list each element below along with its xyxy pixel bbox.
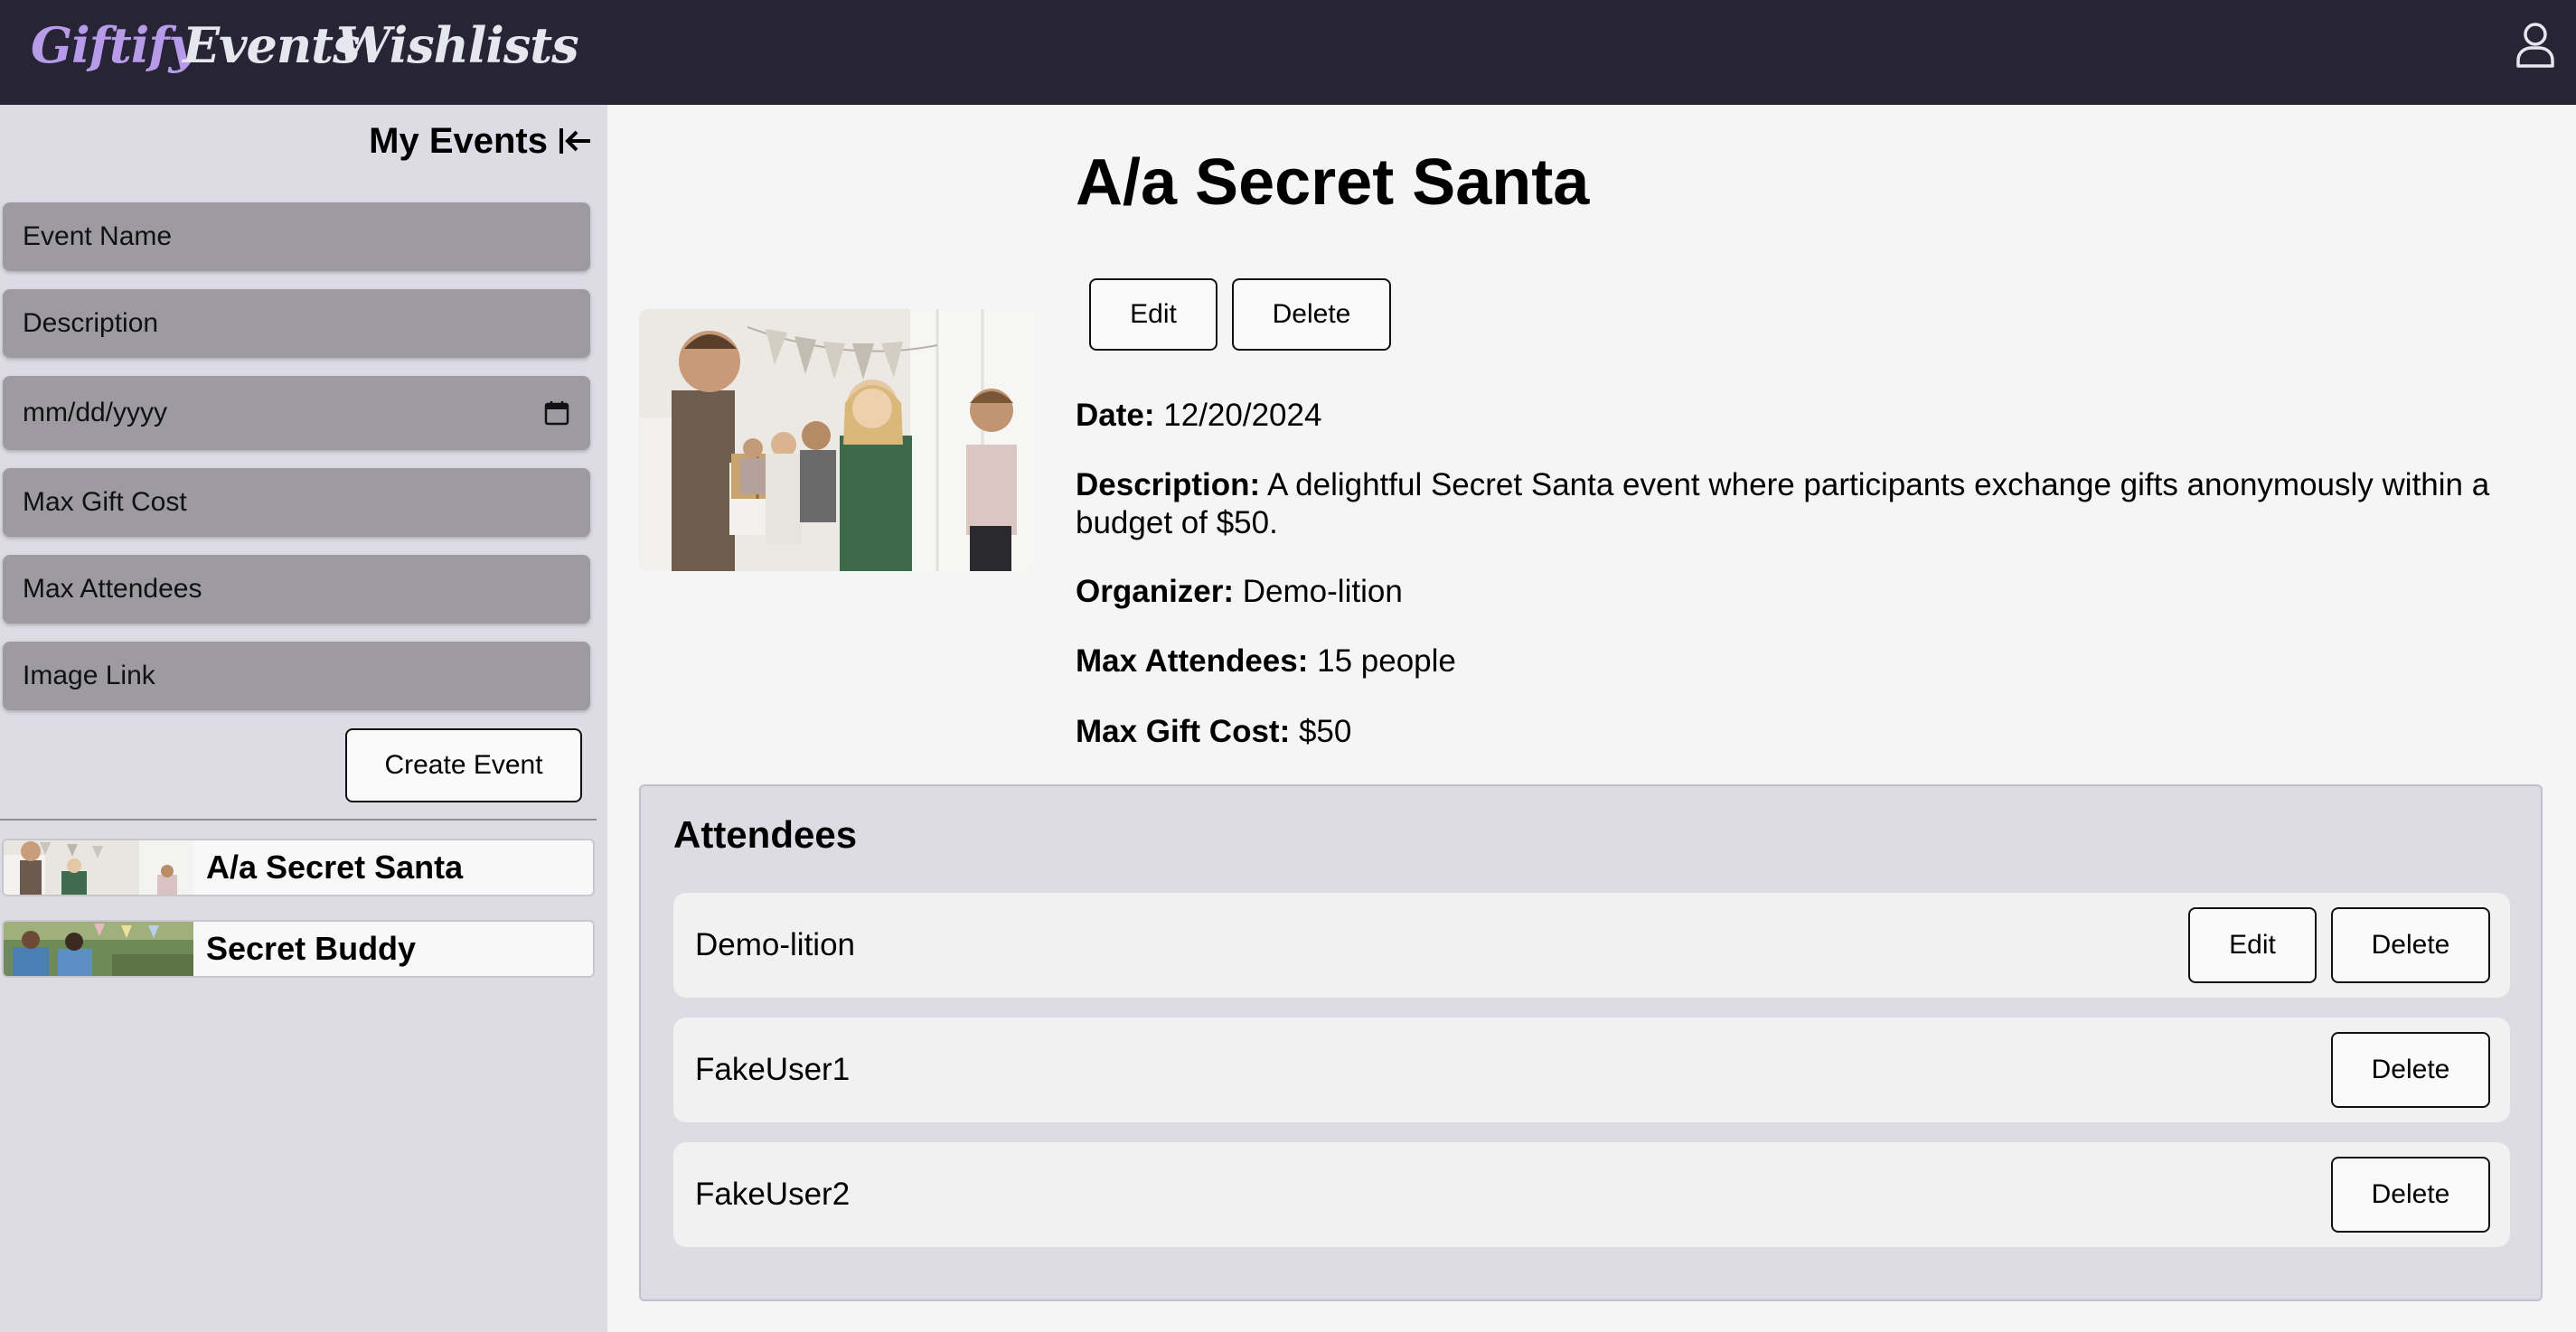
organizer-label: Organizer: — [1076, 574, 1235, 609]
max-gift-cost-placeholder: Max Gift Cost — [23, 487, 187, 517]
event-max-attendees-row: Max Attendees: 15 people — [1076, 643, 2540, 680]
event-item-label: A/a Secret Santa — [206, 849, 464, 886]
event-list-item-secret-santa[interactable]: A/a Secret Santa — [2, 839, 595, 896]
create-event-button[interactable]: Create Event — [345, 728, 582, 802]
date-placeholder: mm/dd/yyyy — [23, 398, 168, 427]
delete-event-button[interactable]: Delete — [1232, 278, 1391, 351]
events-sidebar: My Events Event Name Description mm/dd/y… — [0, 105, 607, 1332]
attendee-name: FakeUser1 — [695, 1052, 851, 1087]
collapse-left-icon[interactable] — [557, 123, 593, 159]
max-attendees-field[interactable]: Max Attendees — [3, 555, 590, 624]
attendee-name: Demo-lition — [695, 927, 855, 962]
sidebar-divider — [0, 819, 597, 821]
attendees-title: Attendees — [673, 813, 858, 856]
event-description-value: A delightful Secret Santa event where pa… — [1076, 467, 2490, 540]
top-navbar: Giftify Events Wishlists — [0, 0, 2576, 105]
event-organizer-row: Organizer: Demo-lition — [1076, 573, 2540, 611]
attendees-panel: Attendees Demo-lition Edit Delete FakeUs… — [639, 784, 2543, 1301]
event-max-gift-cost-value: $50 — [1298, 714, 1352, 749]
nav-link-wishlists[interactable]: Wishlists — [336, 13, 579, 78]
description-field[interactable]: Description — [3, 289, 590, 358]
sidebar-header: My Events — [369, 114, 593, 168]
edit-attendee-button[interactable]: Edit — [2188, 907, 2317, 983]
attendee-name: FakeUser2 — [695, 1177, 851, 1212]
edit-event-button[interactable]: Edit — [1089, 278, 1217, 351]
date-label: Date: — [1076, 398, 1155, 433]
event-max-attendees-value: 15 people — [1317, 643, 1456, 679]
description-placeholder: Description — [23, 308, 159, 338]
event-description-row: Description: A delightful Secret Santa e… — [1076, 466, 2540, 542]
attendee-row: FakeUser1 Delete — [673, 1018, 2510, 1122]
calendar-icon[interactable] — [543, 399, 570, 427]
nav-link-events[interactable]: Events — [183, 13, 360, 78]
description-label: Description: — [1076, 467, 1261, 502]
max-attendees-label: Max Attendees: — [1076, 643, 1309, 679]
user-icon — [2516, 23, 2554, 68]
delete-attendee-button[interactable]: Delete — [2331, 907, 2490, 983]
event-photo-image — [639, 309, 1037, 571]
event-date-value: 12/20/2024 — [1163, 398, 1322, 433]
event-thumbnail — [4, 840, 193, 895]
max-gift-cost-label: Max Gift Cost: — [1076, 714, 1291, 749]
date-field[interactable]: mm/dd/yyyy — [3, 376, 590, 450]
event-name-field[interactable]: Event Name — [3, 202, 590, 271]
image-link-placeholder: Image Link — [23, 661, 155, 690]
brand-logo[interactable]: Giftify — [31, 13, 197, 78]
event-max-gift-cost-row: Max Gift Cost: $50 — [1076, 713, 2540, 751]
delete-attendee-button[interactable]: Delete — [2331, 1032, 2490, 1108]
event-date-row: Date: 12/20/2024 — [1076, 397, 2540, 435]
user-profile-button[interactable] — [2514, 22, 2557, 69]
sidebar-title: My Events — [369, 120, 548, 161]
max-attendees-placeholder: Max Attendees — [23, 574, 202, 604]
delete-attendee-button[interactable]: Delete — [2331, 1157, 2490, 1233]
event-organizer-value: Demo-lition — [1242, 574, 1403, 609]
image-link-field[interactable]: Image Link — [3, 642, 590, 710]
max-gift-cost-field[interactable]: Max Gift Cost — [3, 468, 590, 537]
event-thumbnail — [4, 922, 193, 976]
event-list-item-secret-buddy[interactable]: Secret Buddy — [2, 920, 595, 978]
attendee-row: Demo-lition Edit Delete — [673, 893, 2510, 998]
event-item-label: Secret Buddy — [206, 930, 417, 967]
event-photo — [639, 309, 1037, 571]
event-title: A/a Secret Santa — [1076, 146, 1590, 219]
event-name-placeholder: Event Name — [23, 221, 173, 251]
attendee-row: FakeUser2 Delete — [673, 1142, 2510, 1247]
